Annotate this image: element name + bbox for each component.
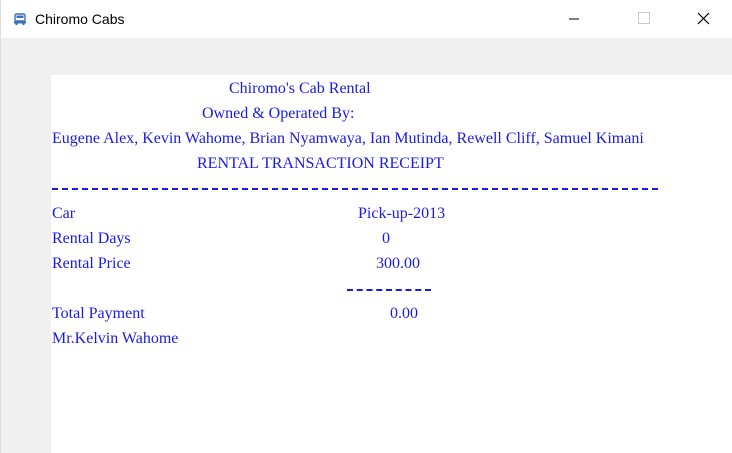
- rental-days-label: Rental Days: [52, 230, 131, 247]
- rental-days-value: 0: [382, 230, 390, 247]
- total-payment-value: 0.00: [390, 305, 418, 322]
- maximize-icon: [638, 12, 650, 24]
- receipt-panel: Chiromo's Cab Rental Owned & Operated By…: [51, 75, 732, 453]
- customer-name: Mr.Kelvin Wahome: [52, 330, 179, 347]
- maximize-button[interactable]: [620, 0, 666, 38]
- title-bar[interactable]: Chiromo Cabs: [1, 0, 732, 38]
- window-title: Chiromo Cabs: [35, 11, 125, 27]
- car-label: Car: [52, 205, 76, 222]
- owners-list: Eugene Alex, Kevin Wahome, Brian Nyamway…: [52, 130, 644, 147]
- minimize-icon: [569, 18, 579, 20]
- subtotal-separator: [347, 289, 431, 291]
- close-button[interactable]: [680, 0, 726, 38]
- total-payment-label: Total Payment: [52, 305, 145, 322]
- separator-line: [52, 188, 658, 190]
- company-name: Chiromo's Cab Rental: [229, 80, 371, 97]
- car-icon: [14, 13, 26, 26]
- app-window: Chiromo Cabs Chiromo's Cab Rental Owned …: [0, 0, 732, 453]
- car-value: Pick-up-2013: [358, 205, 446, 222]
- owned-by-label: Owned & Operated By:: [202, 105, 355, 122]
- minimize-button[interactable]: [551, 0, 597, 38]
- close-icon: [697, 12, 710, 25]
- rental-price-value: 300.00: [376, 255, 420, 272]
- receipt-heading: RENTAL TRANSACTION RECEIPT: [197, 155, 444, 172]
- rental-price-label: Rental Price: [52, 255, 131, 272]
